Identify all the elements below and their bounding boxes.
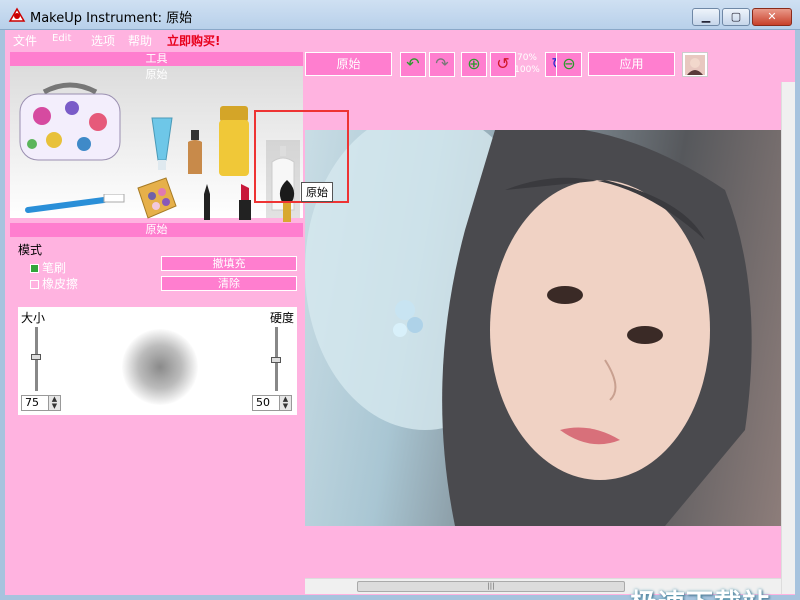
watermark: 极速下载站: [630, 582, 770, 600]
brush-radio[interactable]: 笔刷: [30, 259, 66, 276]
horizontal-scrollbar-thumb[interactable]: |||: [357, 581, 625, 592]
eyeliner-icon[interactable]: [202, 184, 212, 222]
close-button[interactable]: ✕: [752, 8, 792, 26]
image-canvas[interactable]: [305, 82, 781, 579]
window-title: MakeUp Instrument: 原始: [30, 11, 193, 26]
mode-panel: 原始 模式 笔刷 橡皮擦 撤填充 清除 大小 硬度 75 ▲ ▼ 50 ▲ ▼: [10, 223, 303, 428]
original-button[interactable]: 原始: [305, 52, 392, 76]
menu-buy-now[interactable]: 立即购买!: [167, 32, 220, 49]
zoom-level-bottom: 100%: [514, 65, 540, 75]
zoom-in-icon[interactable]: ⊕: [461, 52, 487, 77]
zoom-level: 70% 100%: [512, 52, 542, 76]
hardness-spinbox[interactable]: 50 ▲ ▼: [252, 395, 292, 411]
brush-preview: [122, 329, 198, 405]
clear-button[interactable]: 清除: [161, 276, 297, 291]
hardness-label: 硬度: [269, 311, 294, 325]
title-bar: MakeUp Instrument: 原始 ▁ ▢ ✕: [0, 0, 800, 30]
tool-tooltip: 原始: [301, 182, 333, 202]
menu-edit[interactable]: Edit: [52, 33, 71, 44]
tools-header: 工具: [10, 52, 303, 66]
undo-icon[interactable]: ↶: [400, 52, 426, 77]
cream-tube-icon[interactable]: [150, 116, 174, 172]
zoom-level-top: 70%: [516, 53, 537, 63]
menu-bar: 文件 Edit 选项 帮助 立即购买!: [5, 30, 795, 48]
size-label: 大小: [21, 311, 46, 325]
brush-radio-label: 笔刷: [42, 261, 67, 275]
menu-help[interactable]: 帮助: [128, 32, 152, 49]
zoom-out-icon[interactable]: ⊖: [556, 52, 582, 77]
toolbar: 原始 ↶ ↷ ⊕ ↺ ↻ ⊖ 应用: [305, 50, 795, 80]
mode-label: 模式: [18, 243, 43, 257]
size-spinbox[interactable]: 75 ▲ ▼: [21, 395, 61, 411]
eyeshadow-palette-icon[interactable]: [136, 176, 178, 220]
eraser-radio-label: 橡皮擦: [42, 277, 79, 291]
menu-file[interactable]: 文件: [13, 32, 37, 49]
menu-options[interactable]: 选项: [91, 32, 115, 49]
app-client-area: 文件 Edit 选项 帮助 立即购买! 工具 原始 原始 模式 笔刷 橡皮擦 撤…: [5, 30, 795, 600]
app-logo-icon: [8, 7, 26, 22]
foundation-bottle-icon[interactable]: [186, 130, 204, 178]
hardness-slider-thumb[interactable]: [271, 357, 281, 363]
brush-settings: 大小 硬度 75 ▲ ▼ 50 ▲ ▼: [18, 307, 297, 415]
lipstick-icon[interactable]: [238, 182, 252, 222]
portrait-thumbnail-icon[interactable]: [682, 52, 708, 77]
fill-button[interactable]: 撤填充: [161, 256, 297, 271]
maximize-button[interactable]: ▢: [722, 8, 750, 26]
redo-icon[interactable]: ↷: [429, 52, 455, 77]
minimize-button[interactable]: ▁: [692, 8, 720, 26]
toothbrush-icon[interactable]: [24, 194, 128, 214]
apply-button[interactable]: 应用: [588, 52, 675, 76]
brush-radio-indicator[interactable]: [30, 264, 39, 273]
hardness-spin-arrows-icon[interactable]: ▲ ▼: [279, 396, 291, 410]
cosmetic-bag-icon[interactable]: [14, 78, 126, 164]
eraser-radio[interactable]: 橡皮擦: [30, 275, 78, 292]
portrait-photo[interactable]: [305, 130, 781, 526]
hardness-value: 50: [256, 396, 270, 409]
eraser-radio-indicator[interactable]: [30, 280, 39, 289]
mode-panel-header: 原始: [10, 223, 303, 237]
size-slider-thumb[interactable]: [31, 354, 41, 360]
size-spin-arrows-icon[interactable]: ▲ ▼: [48, 396, 60, 410]
size-value: 75: [25, 396, 39, 409]
yellow-jar-icon[interactable]: [217, 106, 251, 178]
vertical-scrollbar[interactable]: [781, 82, 795, 594]
